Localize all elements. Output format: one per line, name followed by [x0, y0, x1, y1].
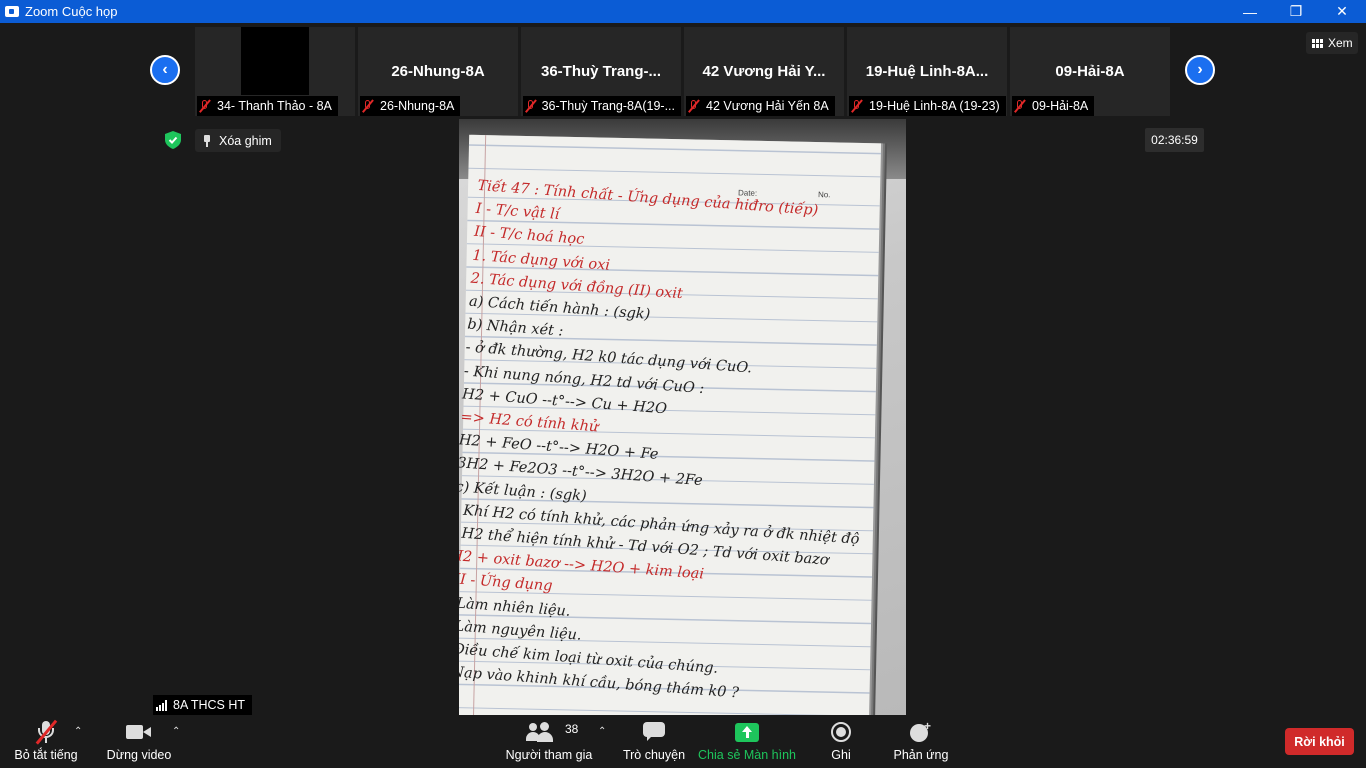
participant-tile[interactable]: 09-Hải-8A 09-Hải-8A	[1010, 27, 1170, 116]
handwritten-notes: Tiết 47 : Tính chất - Ứng dụng của hiđro…	[459, 175, 867, 713]
participants-icon	[526, 722, 554, 742]
participant-tile[interactable]: 34- Thanh Thảo - 8A	[195, 27, 355, 116]
record-icon	[831, 722, 851, 742]
audio-options-caret[interactable]: ⌃	[74, 726, 82, 737]
minimize-button[interactable]: —	[1227, 0, 1273, 23]
meeting-timer: 02:36:59	[1145, 128, 1204, 152]
participant-label: 19-Huệ Linh-8A (19-23)	[849, 96, 1006, 116]
chat-label: Trò chuyện	[622, 748, 686, 762]
participant-tile[interactable]: 36-Thuỳ Trang-... 36-Thuỳ Trang-8A(19-..…	[521, 27, 681, 116]
participant-display-name: 19-Huệ Linh-8A...	[865, 63, 989, 80]
participant-tile[interactable]: 26-Nhung-8A 26-Nhung-8A	[358, 27, 518, 116]
video-options-caret[interactable]: ⌃	[172, 726, 180, 737]
microphone-muted-icon	[1014, 99, 1026, 113]
stop-video-label: Dừng video	[106, 748, 172, 762]
participants-button[interactable]: 38 Người tham gia	[505, 716, 593, 768]
participants-label: Người tham gia	[505, 748, 593, 762]
pin-icon	[203, 134, 211, 147]
participant-name: 26-Nhung-8A	[380, 99, 455, 113]
shared-video: Date: No. Tiết 47 : Tính chất - Ứng dụng…	[459, 119, 906, 715]
stop-video-button[interactable]: Dừng video	[106, 716, 172, 768]
unmute-label: Bỏ tắt tiếng	[14, 748, 78, 762]
participant-label: 26-Nhung-8A	[360, 96, 461, 116]
reaction-icon: +	[910, 719, 932, 743]
participant-name: 19-Huệ Linh-8A (19-23)	[869, 99, 1000, 113]
chevron-right-icon: ›	[1197, 61, 1203, 78]
restore-button[interactable]: ❐	[1273, 0, 1319, 23]
participant-display-name: 42 Vương Hải Y...	[702, 63, 826, 80]
participant-display-name: 09-Hải-8A	[1055, 63, 1125, 80]
share-screen-icon	[735, 722, 759, 742]
participant-display-name: 26-Nhung-8A	[391, 63, 485, 80]
minimize-icon: —	[1243, 3, 1257, 20]
participant-gallery: 34- Thanh Thảo - 8A 26-Nhung-8A 26-Nhung…	[195, 27, 1173, 116]
share-screen-label: Chia sẻ Màn hình	[698, 748, 796, 762]
title-bar: Zoom Cuộc họp	[0, 0, 1366, 23]
zoom-app-icon	[5, 6, 19, 17]
microphone-muted-icon	[851, 99, 863, 113]
participant-display-name: 36-Thuỳ Trang-...	[540, 63, 661, 80]
view-button-label: Xem	[1328, 36, 1353, 50]
participant-label: 42 Vương Hải Yến 8A	[686, 96, 835, 116]
participants-options-caret[interactable]: ⌃	[598, 726, 606, 737]
reactions-label: Phản ứng	[893, 748, 949, 762]
signal-strength-icon	[156, 699, 168, 711]
active-speaker-label: 8A THCS HT	[153, 695, 253, 715]
participant-tile[interactable]: 42 Vương Hải Y... 42 Vương Hải Yến 8A	[684, 27, 844, 116]
participant-name: 42 Vương Hải Yến 8A	[706, 99, 829, 113]
microphone-muted-icon	[35, 719, 57, 745]
security-shield-icon[interactable]	[163, 130, 183, 150]
restore-icon: ❐	[1289, 3, 1303, 19]
share-screen-button[interactable]: Chia sẻ Màn hình	[698, 716, 796, 768]
chevron-left-icon: ‹	[162, 61, 168, 78]
participant-name: 36-Thuỳ Trang-8A(19-...	[541, 99, 675, 113]
participant-video	[241, 27, 309, 95]
record-label: Ghi	[831, 748, 851, 762]
participant-label: 09-Hải-8A	[1012, 96, 1095, 116]
gallery-prev-button[interactable]: ‹	[150, 55, 180, 85]
meeting-toolbar: Bỏ tắt tiếng ⌃ Dừng video ⌃ 38 Người tha…	[0, 716, 1366, 768]
chat-button[interactable]: Trò chuyện	[622, 716, 686, 768]
chat-icon	[643, 722, 665, 742]
participant-count: 38	[565, 722, 579, 736]
unpin-button[interactable]: Xóa ghim	[195, 129, 281, 152]
participant-name: 34- Thanh Thảo - 8A	[217, 99, 332, 113]
close-icon: ✕	[1336, 3, 1348, 19]
microphone-muted-icon	[688, 99, 700, 113]
view-button[interactable]: Xem	[1306, 32, 1358, 54]
unmute-button[interactable]: Bỏ tắt tiếng	[14, 716, 78, 768]
video-camera-icon	[126, 724, 152, 740]
reactions-button[interactable]: + Phản ứng	[893, 716, 949, 768]
participant-name: 09-Hải-8A	[1032, 99, 1089, 113]
close-window-button[interactable]: ✕	[1319, 0, 1365, 23]
microphone-muted-icon	[362, 99, 374, 113]
participant-tile[interactable]: 19-Huệ Linh-8A... 19-Huệ Linh-8A (19-23)	[847, 27, 1007, 116]
microphone-muted-icon	[199, 99, 211, 113]
grid-view-icon	[1312, 38, 1323, 48]
microphone-muted-icon	[525, 99, 536, 113]
window-title: Zoom Cuộc họp	[25, 4, 118, 19]
leave-meeting-button[interactable]: Rời khỏi	[1285, 728, 1354, 755]
gallery-next-button[interactable]: ›	[1185, 55, 1215, 85]
participant-label: 34- Thanh Thảo - 8A	[197, 96, 338, 116]
notebook-page: Date: No. Tiết 47 : Tính chất - Ứng dụng…	[459, 134, 882, 715]
unpin-label: Xóa ghim	[219, 133, 272, 148]
speaker-name: 8A THCS HT	[173, 698, 246, 712]
participant-label: 36-Thuỳ Trang-8A(19-...	[523, 96, 681, 116]
number-header: No.	[817, 190, 831, 200]
record-button[interactable]: Ghi	[826, 716, 856, 768]
